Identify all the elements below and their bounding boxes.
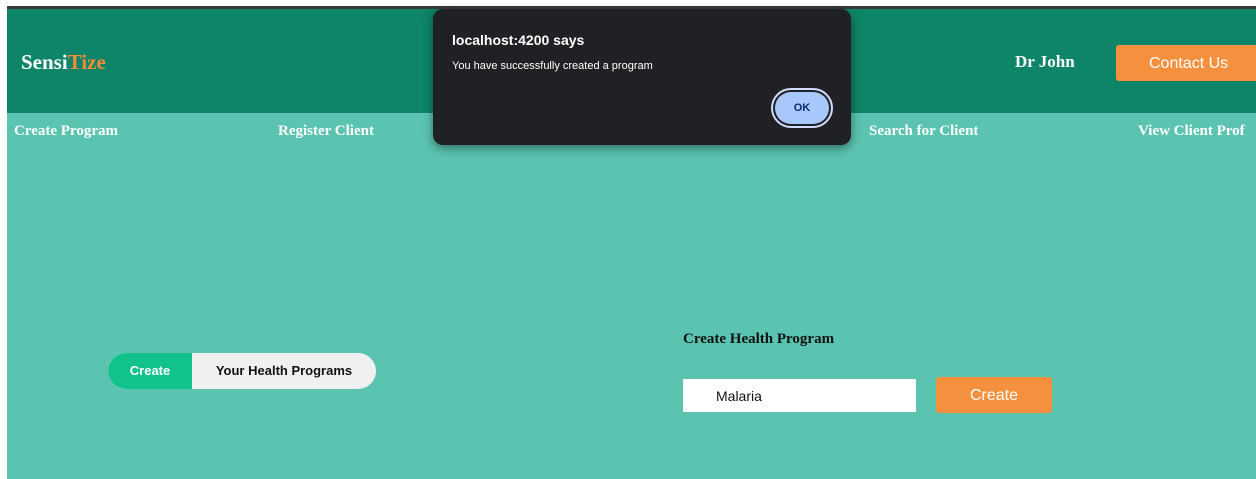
program-name-input[interactable] — [683, 379, 916, 412]
view-toggle: Create Your Health Programs — [108, 353, 376, 389]
toggle-create-button[interactable]: Create — [108, 353, 192, 389]
nav-register-client[interactable]: Register Client — [278, 123, 374, 140]
nav-create-program[interactable]: Create Program — [14, 123, 118, 140]
alert-dialog: localhost:4200 says You have successfull… — [433, 9, 851, 145]
toggle-health-programs-button[interactable]: Your Health Programs — [192, 353, 376, 389]
create-program-button[interactable]: Create — [936, 377, 1052, 413]
brand-name-part2: Tize — [67, 50, 106, 74]
dialog-ok-label: OK — [775, 92, 829, 124]
dialog-ok-button[interactable]: OK — [771, 88, 833, 128]
dialog-message: You have successfully created a program — [452, 60, 653, 72]
brand-name-part1: Sensi — [21, 50, 68, 74]
nav-view-client-profile[interactable]: View Client Prof — [1138, 123, 1245, 140]
brand-logo[interactable]: SensiTize — [21, 50, 106, 75]
nav-search-client[interactable]: Search for Client — [869, 123, 978, 140]
create-program-title: Create Health Program — [683, 331, 835, 347]
dialog-title: localhost:4200 says — [452, 32, 585, 48]
contact-us-button[interactable]: Contact Us — [1116, 45, 1256, 81]
user-name: Dr John — [1015, 52, 1075, 71]
